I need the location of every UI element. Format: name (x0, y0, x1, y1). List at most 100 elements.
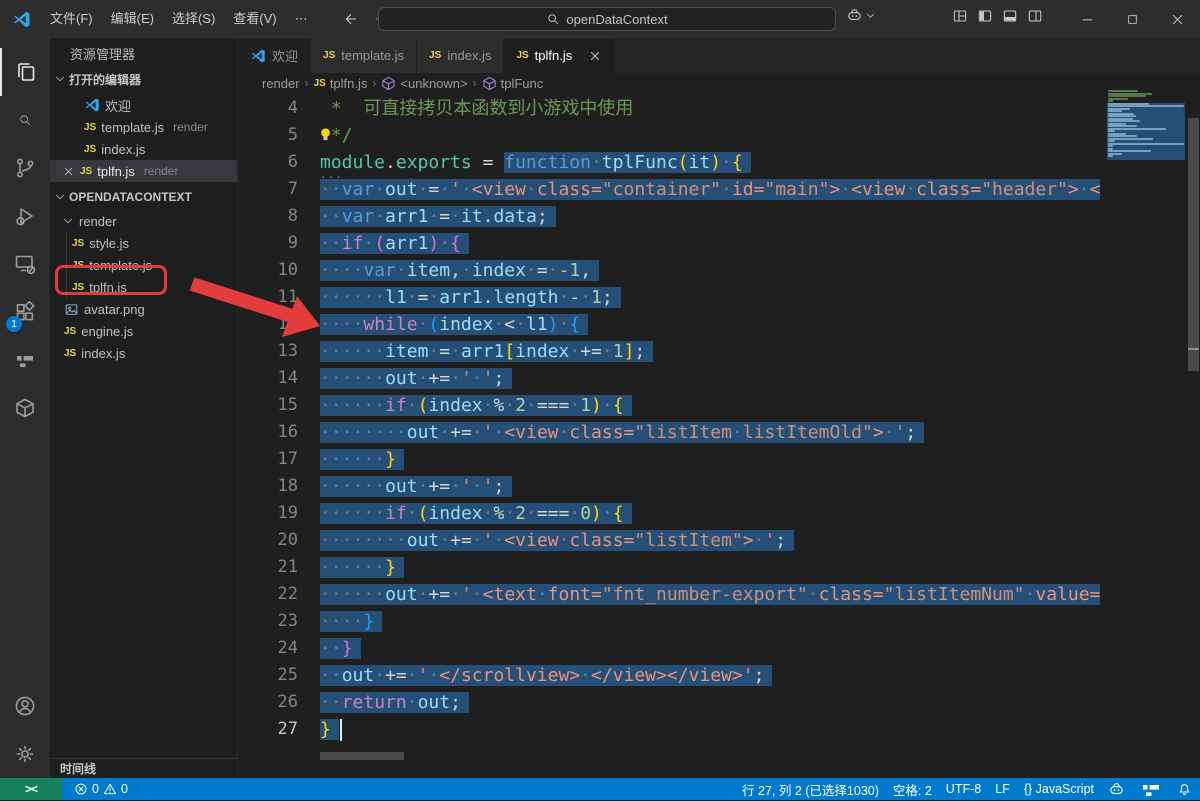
line-number[interactable]: 7 (238, 176, 298, 203)
code-line-24[interactable]: 24··} (238, 635, 1105, 662)
line-number[interactable]: 25 (238, 662, 298, 689)
copilot-menu[interactable] (846, 7, 876, 24)
line-number[interactable]: 22 (238, 581, 298, 608)
code-line-22[interactable]: 22······out·+=·'·<text·font="fnt_number-… (238, 581, 1105, 608)
command-center-search[interactable]: openDataContext (378, 7, 836, 31)
line-number[interactable]: 21 (238, 554, 298, 581)
code-line-5[interactable]: 5 */ (238, 122, 1105, 149)
activity-settings[interactable] (0, 730, 50, 778)
timeline-section[interactable]: 时间线 (50, 758, 237, 778)
minimize-button[interactable] (1065, 0, 1110, 38)
line-number[interactable]: 24 (238, 635, 298, 662)
code-line-9[interactable]: 9··if·(arr1)·{ (238, 230, 1105, 257)
problems-status[interactable]: 0 0 (74, 782, 128, 796)
status-item-3[interactable]: LF (995, 782, 1010, 796)
code-line-26[interactable]: 26··return·out; (238, 689, 1105, 716)
breadcrumb[interactable]: render›JStplfn.js›<unknown>›tplFunc (238, 73, 1200, 93)
breadcrumb-item[interactable]: <unknown> (381, 76, 467, 91)
code-line-7[interactable]: 7··var·out·=·'·<view·class="container"·i… (238, 176, 1105, 203)
code-line-15[interactable]: 15······if·(index·%·2·===·1)·{ (238, 392, 1105, 419)
breadcrumb-item[interactable]: JStplfn.js (314, 76, 368, 91)
activity-custom-tool[interactable] (0, 336, 50, 384)
open-editor-index.js[interactable]: JSindex.js (50, 138, 237, 160)
code-line-16[interactable]: 16········out·+=·'·<view·class="listItem… (238, 419, 1105, 446)
minimap[interactable] (1105, 90, 1187, 773)
status-item-0[interactable]: 行 27, 列 2 (已选择1030) (742, 780, 879, 799)
activity-explorer[interactable] (0, 48, 50, 96)
menu-item-0[interactable]: 文件(F) (41, 6, 102, 32)
horizontal-scrollbar[interactable] (320, 752, 404, 760)
code-line-20[interactable]: 20········out·+=·'·<view·class="listItem… (238, 527, 1105, 554)
close-tab-icon[interactable] (588, 49, 602, 63)
line-number[interactable]: 18 (238, 473, 298, 500)
activity-remote-explorer[interactable] (0, 240, 50, 288)
code-line-27[interactable]: 27} (238, 716, 1105, 743)
tree-item-style.js[interactable]: JSstyle.js (50, 232, 237, 254)
tab-template.js[interactable]: JStemplate.js (311, 38, 417, 73)
menu-item-3[interactable]: 查看(V) (224, 6, 285, 32)
code-line-14[interactable]: 14······out·+=·'·'; (238, 365, 1105, 392)
open-editors-section[interactable]: 打开的编辑器 (50, 68, 237, 90)
menu-item-2[interactable]: 选择(S) (163, 6, 224, 32)
remote-indicator[interactable]: >< (0, 778, 62, 800)
project-root-section[interactable]: OPENDATACONTEXT (50, 186, 237, 208)
line-number[interactable]: 4 (238, 95, 298, 122)
scrollbar-thumb[interactable] (1188, 118, 1199, 371)
line-number[interactable]: 11 (238, 284, 298, 311)
open-editor-tplfn.js[interactable]: JStplfn.jsrender (50, 160, 237, 182)
code-line-13[interactable]: 13······item·=·arr1[index·+=·1]; (238, 338, 1105, 365)
status-item-1[interactable]: 空格: 2 (893, 780, 932, 799)
line-number[interactable]: 9 (238, 230, 298, 257)
tree-item-engine.js[interactable]: JSengine.js (50, 320, 237, 342)
activity-extensions[interactable]: 1 (0, 288, 50, 336)
line-number[interactable]: 15 (238, 392, 298, 419)
breadcrumb-item[interactable]: render (262, 76, 300, 91)
tab-欢迎[interactable]: 欢迎 (238, 38, 311, 73)
code-line-25[interactable]: 25··out·+=·'·</scrollview>·</view></view… (238, 662, 1105, 689)
code-line-21[interactable]: 21······} (238, 554, 1105, 581)
close-icon[interactable] (62, 165, 75, 178)
menu-item-4[interactable]: ⋯ (286, 6, 317, 32)
tree-item-avatar.png[interactable]: avatar.png (50, 298, 237, 320)
line-number[interactable]: 6 (238, 149, 298, 176)
maximize-button[interactable] (1110, 0, 1155, 38)
menu-item-1[interactable]: 编辑(E) (102, 6, 163, 32)
code-line-17[interactable]: 17······} (238, 446, 1105, 473)
lightbulb-icon[interactable] (318, 127, 333, 142)
line-number[interactable]: 26 (238, 689, 298, 716)
line-number[interactable]: 5 (238, 122, 298, 149)
status-flowchart[interactable] (1139, 777, 1163, 801)
status-item-4[interactable]: {} JavaScript (1024, 782, 1094, 796)
open-editor-template.js[interactable]: JStemplate.jsrender (50, 116, 237, 138)
code-line-12[interactable]: 12····while·(index·<·l1)·{ (238, 311, 1105, 338)
line-number[interactable]: 19 (238, 500, 298, 527)
code-line-4[interactable]: 4 * 可直接拷贝本函数到小游戏中使用 (238, 95, 1105, 122)
tree-item-render[interactable]: render (50, 210, 237, 232)
code-line-10[interactable]: 10····var·item,·index·=·-1, (238, 257, 1105, 284)
tab-index.js[interactable]: JSindex.js (417, 38, 504, 73)
code-line-19[interactable]: 19······if·(index·%·2·===·0)·{ (238, 500, 1105, 527)
breadcrumb-item[interactable]: tplFunc (482, 76, 544, 91)
line-number[interactable]: 20 (238, 527, 298, 554)
line-number[interactable]: 17 (238, 446, 298, 473)
line-number[interactable]: 27 (238, 716, 298, 743)
status-bell[interactable] (1177, 782, 1192, 797)
line-number[interactable]: 10 (238, 257, 298, 284)
open-editor-欢迎[interactable]: 欢迎 (50, 94, 237, 116)
activity-run-and-debug[interactable] (0, 192, 50, 240)
line-number[interactable]: 16 (238, 419, 298, 446)
line-number[interactable]: 13 (238, 338, 298, 365)
close-window-button[interactable] (1155, 0, 1200, 38)
activity-package-explorer[interactable] (0, 384, 50, 432)
tree-item-index.js[interactable]: JSindex.js (50, 342, 237, 364)
vertical-scrollbar[interactable] (1187, 90, 1200, 776)
status-copilot[interactable] (1108, 781, 1125, 798)
line-number[interactable]: 23 (238, 608, 298, 635)
code-line-11[interactable]: 11······l1·=·arr1.length·-·1; (238, 284, 1105, 311)
code-editor[interactable]: 4 * 可直接拷贝本函数到小游戏中使用5 */6module.exports =… (238, 93, 1105, 776)
line-number[interactable]: 8 (238, 203, 298, 230)
activity-account[interactable] (0, 682, 50, 730)
line-number[interactable]: 12 (238, 311, 298, 338)
activity-search[interactable] (0, 96, 50, 144)
tab-tplfn.js[interactable]: JStplfn.js (504, 38, 615, 73)
